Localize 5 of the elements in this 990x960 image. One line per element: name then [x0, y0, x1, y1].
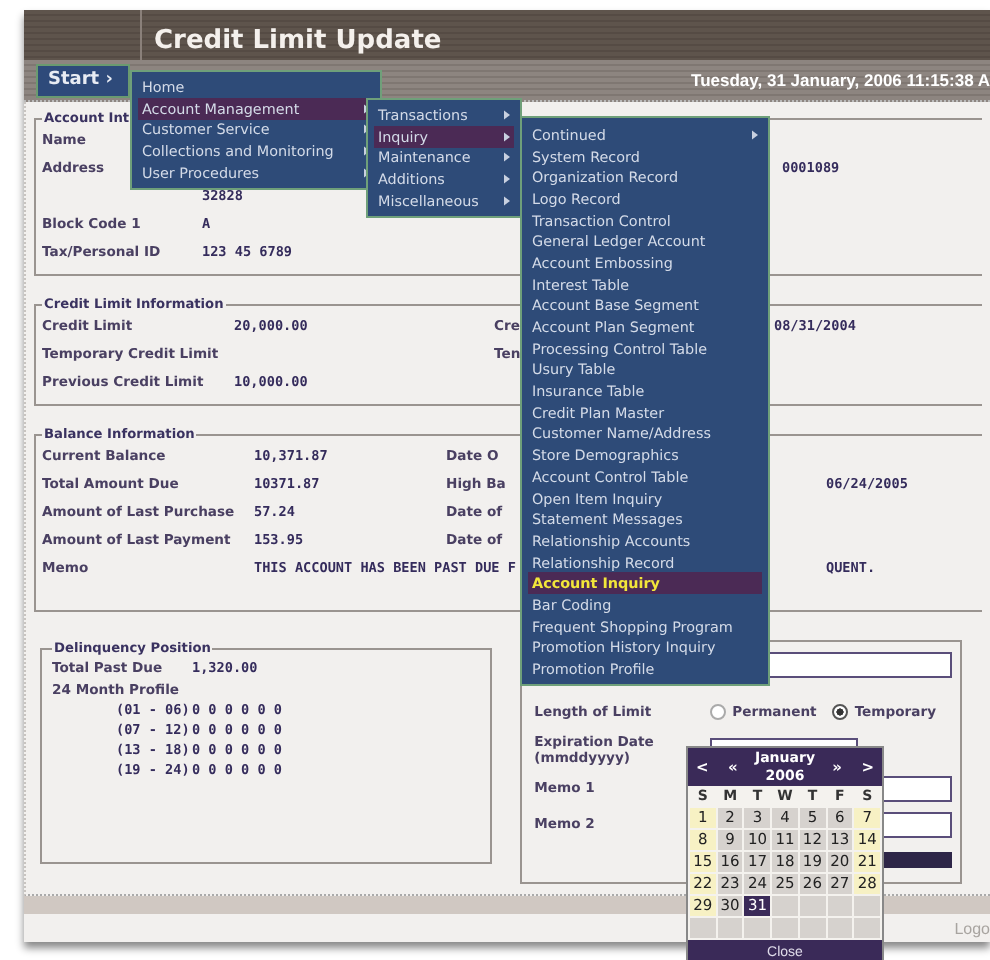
start-button[interactable]: Start ›: [36, 63, 130, 97]
radio-button[interactable]: [710, 704, 727, 720]
page-title: Credit Limit Update: [152, 24, 442, 56]
radio-button[interactable]: [832, 704, 849, 720]
date-time: Tuesday, 31 January, 2006 11:15:38 A: [691, 70, 990, 90]
